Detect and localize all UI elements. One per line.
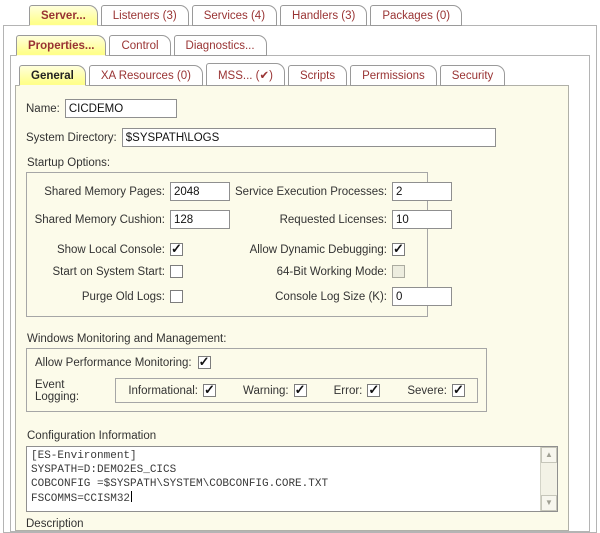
configuration-text: [ES-Environment] SYSPATH=D:DEMO2ES_CICS …: [31, 450, 328, 505]
scroll-up-icon[interactable]: ▲: [541, 447, 557, 463]
error-checkbox[interactable]: [367, 384, 380, 397]
windows-monitoring-group: Allow Performance Monitoring: Event Logg…: [26, 348, 487, 412]
windows-monitoring-label: Windows Monitoring and Management:: [27, 333, 558, 345]
show-local-console-label: Show Local Console:: [29, 244, 165, 256]
severe-label: Severe:: [407, 385, 447, 397]
description-label: Description: [26, 518, 558, 530]
tab-listeners[interactable]: Listeners (3): [101, 5, 189, 26]
event-logging-label: Event Logging:: [35, 379, 105, 403]
allow-dynamic-debugging-checkbox[interactable]: [392, 243, 405, 256]
tab-handlers[interactable]: Handlers (3): [280, 5, 367, 26]
service-execution-processes-label: Service Execution Processes:: [235, 186, 387, 198]
shared-memory-pages-field[interactable]: [170, 182, 230, 201]
64-bit-working-mode-checkbox: [392, 265, 405, 278]
tab-properties[interactable]: Properties...: [16, 35, 106, 56]
shared-memory-cushion-field[interactable]: [170, 210, 230, 229]
scroll-down-icon[interactable]: ▼: [541, 495, 557, 511]
textarea-scrollbar[interactable]: ▲ ▼: [540, 447, 557, 511]
allow-dynamic-debugging-label: Allow Dynamic Debugging:: [235, 244, 387, 256]
server-tab-bar: Server... Listeners (3) Services (4) Han…: [0, 0, 600, 26]
service-execution-processes-field[interactable]: [392, 182, 452, 201]
requested-licenses-label: Requested Licenses:: [235, 214, 387, 226]
informational-label: Informational:: [128, 385, 198, 397]
console-log-size-label: Console Log Size (K):: [235, 291, 387, 303]
tab-xa-resources[interactable]: XA Resources (0): [89, 65, 203, 86]
startup-options-group: Shared Memory Pages: Service Execution P…: [26, 172, 428, 317]
startup-options-label: Startup Options:: [27, 157, 558, 169]
start-on-system-start-label: Start on System Start:: [29, 266, 165, 278]
properties-panel: General XA Resources (0) MSS... (✔) Scri…: [10, 55, 590, 532]
start-on-system-start-checkbox[interactable]: [170, 265, 183, 278]
shared-memory-pages-label: Shared Memory Pages:: [29, 186, 165, 198]
general-panel: Name: System Directory: Startup Options:…: [15, 85, 569, 531]
general-tab-bar: General XA Resources (0) MSS... (✔) Scri…: [11, 56, 589, 86]
purge-old-logs-checkbox[interactable]: [170, 290, 183, 303]
allow-performance-monitoring-checkbox[interactable]: [198, 356, 211, 369]
show-local-console-checkbox[interactable]: [170, 243, 183, 256]
requested-licenses-field[interactable]: [392, 210, 452, 229]
purge-old-logs-label: Purge Old Logs:: [29, 291, 165, 303]
tab-control[interactable]: Control: [109, 35, 170, 56]
tab-general[interactable]: General: [19, 65, 86, 86]
allow-performance-monitoring-label: Allow Performance Monitoring:: [35, 357, 192, 369]
tab-services[interactable]: Services (4): [192, 5, 277, 26]
shared-memory-cushion-label: Shared Memory Cushion:: [29, 214, 165, 226]
error-label: Error:: [334, 385, 363, 397]
configuration-information-textarea[interactable]: [ES-Environment] SYSPATH=D:DEMO2ES_CICS …: [26, 446, 558, 512]
tab-permissions[interactable]: Permissions: [350, 65, 437, 86]
tab-packages[interactable]: Packages (0): [370, 5, 462, 26]
tab-security[interactable]: Security: [440, 65, 506, 86]
console-log-size-field[interactable]: [392, 287, 452, 306]
informational-checkbox[interactable]: [203, 384, 216, 397]
name-field[interactable]: [65, 99, 177, 118]
warning-checkbox[interactable]: [294, 384, 307, 397]
configuration-information-label: Configuration Information: [27, 430, 558, 442]
system-directory-label: System Directory:: [26, 132, 117, 144]
warning-label: Warning:: [243, 385, 289, 397]
properties-tab-bar: Properties... Control Diagnostics...: [4, 26, 596, 56]
tab-scripts[interactable]: Scripts: [288, 65, 347, 86]
tab-diagnostics[interactable]: Diagnostics...: [174, 35, 267, 56]
event-logging-group: Informational: Warning: Error: Seve: [115, 378, 478, 403]
64-bit-working-mode-label: 64-Bit Working Mode:: [235, 266, 387, 278]
tab-server[interactable]: Server...: [29, 5, 98, 26]
tab-mss[interactable]: MSS... (✔): [206, 63, 285, 86]
text-cursor: [131, 491, 132, 502]
severe-checkbox[interactable]: [452, 384, 465, 397]
server-panel: Properties... Control Diagnostics... Gen…: [3, 25, 597, 533]
system-directory-field[interactable]: [122, 128, 496, 147]
name-label: Name:: [26, 103, 60, 115]
